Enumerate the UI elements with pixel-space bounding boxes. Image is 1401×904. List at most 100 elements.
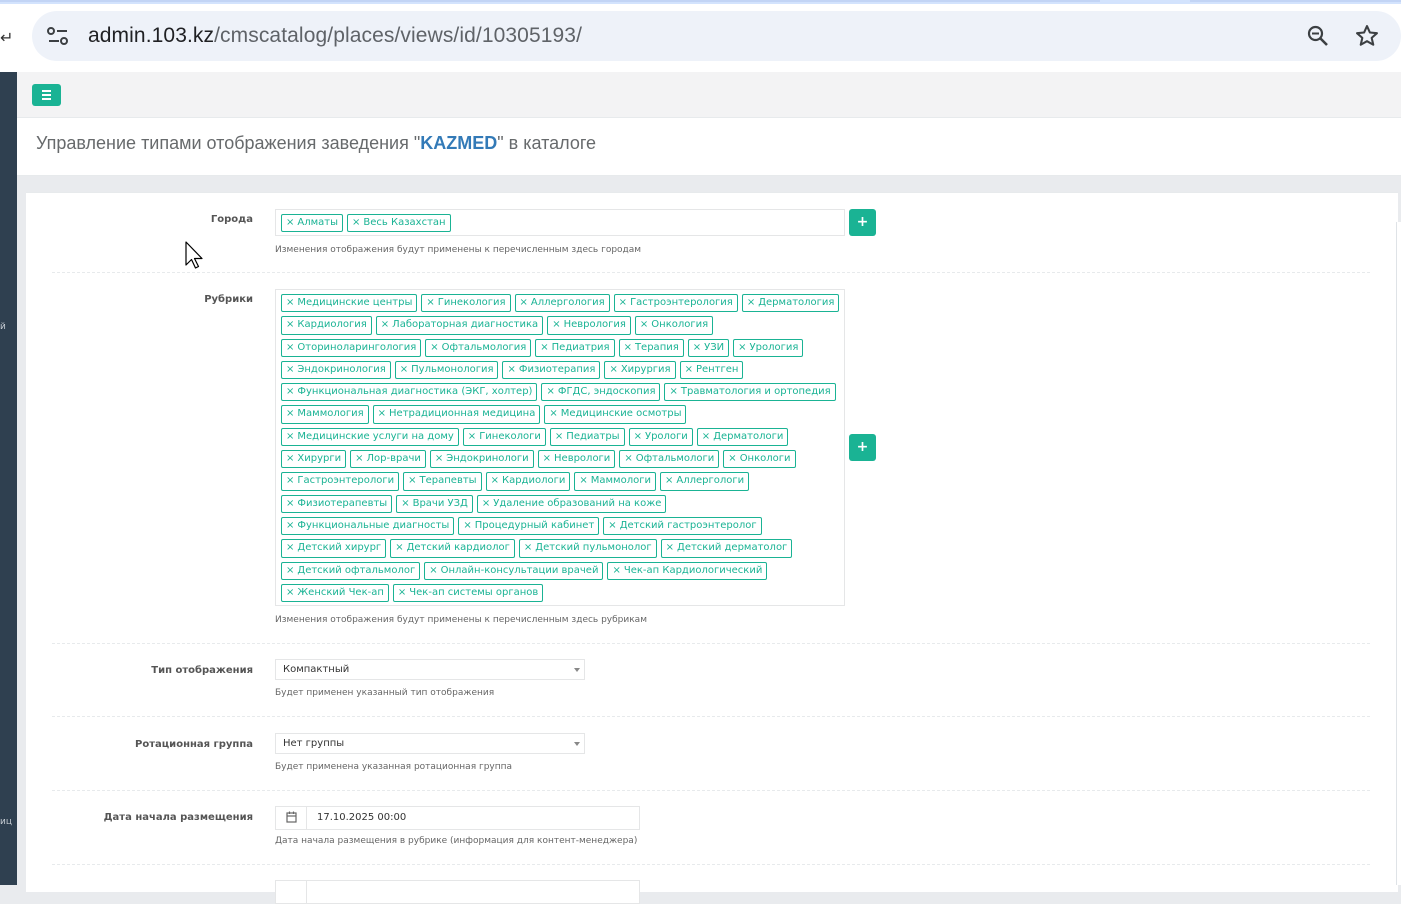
star-icon[interactable] bbox=[1354, 23, 1380, 49]
close-icon[interactable]: × bbox=[286, 540, 294, 556]
close-icon[interactable]: × bbox=[401, 496, 409, 512]
rubric-tag[interactable]: × Гастроэнтерология bbox=[613, 294, 738, 313]
rubric-tag[interactable]: × Нетрадиционная медицина bbox=[372, 405, 541, 424]
city-tag[interactable]: × Алматы bbox=[281, 214, 344, 233]
rubric-tag[interactable]: × Пульмонология bbox=[394, 360, 499, 380]
close-icon[interactable]: × bbox=[286, 496, 294, 512]
close-icon[interactable]: × bbox=[352, 215, 360, 231]
close-icon[interactable]: × bbox=[608, 518, 616, 534]
rubric-tag[interactable]: × Педиатры bbox=[549, 427, 625, 447]
rubric-tag[interactable]: × Педиатрия bbox=[535, 338, 615, 357]
close-icon[interactable]: × bbox=[507, 362, 515, 378]
rubric-tag[interactable]: × Функциональная диагностика (ЭКГ, холтер… bbox=[281, 383, 538, 402]
close-icon[interactable]: × bbox=[286, 473, 294, 489]
rubric-tag[interactable]: × Онкология bbox=[634, 316, 714, 335]
calendar-icon[interactable] bbox=[276, 881, 307, 903]
rubric-tag[interactable]: × Удаление образований на коже bbox=[476, 494, 667, 513]
close-icon[interactable]: × bbox=[624, 451, 632, 467]
close-icon[interactable]: × bbox=[728, 451, 736, 467]
close-icon[interactable]: × bbox=[738, 340, 746, 356]
start-date-value[interactable]: 17.10.2025 00:00 bbox=[317, 812, 406, 823]
scrollbar[interactable] bbox=[1396, 222, 1401, 885]
next-date-input-group[interactable] bbox=[275, 880, 640, 904]
close-icon[interactable]: × bbox=[579, 473, 587, 489]
rubric-tag[interactable]: × Детский кардиолог bbox=[390, 539, 515, 558]
rubric-tag[interactable]: × Лор-врачи bbox=[350, 450, 426, 469]
rubric-tag[interactable]: × Медицинские осмотры bbox=[544, 405, 687, 424]
close-icon[interactable]: × bbox=[395, 540, 403, 556]
rubric-tag[interactable]: × Кардиологи bbox=[485, 472, 571, 491]
rubric-tag[interactable]: × Аллергология bbox=[514, 294, 610, 313]
close-icon[interactable]: × bbox=[552, 317, 560, 333]
sidebar-text-fragment[interactable]: иц bbox=[0, 817, 12, 827]
url-text[interactable]: admin.103.kz/cmscatalog/places/views/id/… bbox=[88, 24, 582, 48]
sidebar-text-fragment[interactable]: й bbox=[0, 322, 6, 332]
rubric-tag[interactable]: × Маммология bbox=[281, 405, 369, 424]
close-icon[interactable]: × bbox=[482, 496, 490, 512]
rubric-tag[interactable]: × Детский дерматолог bbox=[660, 539, 793, 558]
close-icon[interactable]: × bbox=[555, 429, 563, 445]
rubric-tag[interactable]: × Урология bbox=[733, 338, 804, 357]
close-icon[interactable]: × bbox=[624, 340, 632, 356]
close-icon[interactable]: × bbox=[463, 518, 471, 534]
rubric-tag[interactable]: × Офтальмологи bbox=[619, 450, 720, 469]
rubric-tag[interactable]: × Урологи bbox=[628, 427, 693, 447]
hamburger-icon[interactable] bbox=[32, 84, 61, 106]
close-icon[interactable]: × bbox=[546, 384, 554, 400]
close-icon[interactable]: × bbox=[378, 406, 386, 422]
city-tag[interactable]: × Весь Казахстан bbox=[347, 214, 451, 233]
rubric-tag[interactable]: × Терапевты bbox=[403, 472, 482, 491]
rubric-tag[interactable]: × Неврологи bbox=[537, 450, 616, 469]
rubric-tag[interactable]: × Дерматологи bbox=[696, 427, 789, 447]
close-icon[interactable]: × bbox=[286, 215, 294, 231]
rubric-tag[interactable]: × ФГДС, эндоскопия bbox=[541, 383, 661, 402]
rubric-tag[interactable]: × Чек-ап Кардиологический bbox=[607, 561, 768, 580]
rubric-tag[interactable]: × Аллергологи bbox=[659, 472, 750, 491]
rubric-tag[interactable]: × Онкологи bbox=[723, 450, 796, 469]
close-icon[interactable]: × bbox=[612, 563, 620, 579]
zoom-out-icon[interactable] bbox=[1306, 24, 1330, 48]
rubric-tag[interactable]: × Оториноларингология bbox=[281, 338, 422, 357]
rubric-tag[interactable]: × Физиотерапия bbox=[502, 360, 601, 380]
close-icon[interactable]: × bbox=[429, 563, 437, 579]
close-icon[interactable]: × bbox=[286, 295, 294, 311]
rubric-tag[interactable]: × Гинекологи bbox=[462, 427, 546, 447]
rubric-tag[interactable]: × Хирурги bbox=[281, 450, 347, 469]
close-icon[interactable]: × bbox=[286, 451, 294, 467]
rubric-tag[interactable]: × Физиотерапевты bbox=[281, 494, 393, 513]
close-icon[interactable]: × bbox=[619, 295, 627, 311]
rubric-tag[interactable]: × Маммологи bbox=[574, 472, 656, 491]
rotation-group-select[interactable]: Нет группы bbox=[275, 733, 585, 754]
close-icon[interactable]: × bbox=[381, 317, 389, 333]
rubric-tag[interactable]: × Офтальмология bbox=[425, 338, 532, 357]
rubric-tag[interactable]: × Детский гастроэнтеролог bbox=[603, 516, 762, 536]
rubric-tag[interactable]: × Онлайн-консультации врачей bbox=[424, 561, 604, 580]
close-icon[interactable]: × bbox=[540, 340, 548, 356]
close-icon[interactable]: × bbox=[640, 317, 648, 333]
rubric-tag[interactable]: × Терапия bbox=[618, 338, 684, 357]
rubric-tag[interactable]: × Лабораторная диагностика bbox=[375, 316, 544, 335]
close-icon[interactable]: × bbox=[524, 540, 532, 556]
rubric-tag[interactable]: × Гинекология bbox=[421, 294, 511, 313]
reload-icon-partial[interactable]: ↵ bbox=[0, 28, 13, 47]
rubric-tag[interactable]: × Чек-ап системы органов bbox=[392, 583, 544, 603]
add-rubric-button[interactable]: + bbox=[849, 434, 876, 461]
close-icon[interactable]: × bbox=[702, 429, 710, 445]
close-icon[interactable]: × bbox=[286, 340, 294, 356]
rubric-tag[interactable]: × Врачи УЗД bbox=[396, 494, 473, 513]
rubric-tag[interactable]: × Процедурный кабинет bbox=[458, 516, 600, 536]
rubric-tag[interactable]: × Дерматология bbox=[741, 294, 840, 313]
address-bar[interactable]: admin.103.kz/cmscatalog/places/views/id/… bbox=[32, 11, 1401, 61]
close-icon[interactable]: × bbox=[666, 540, 674, 556]
rubric-tag[interactable]: × Рентген bbox=[679, 360, 744, 380]
close-icon[interactable]: × bbox=[398, 585, 406, 601]
cities-tag-input[interactable]: × Алматы × Весь Казахстан bbox=[275, 209, 845, 236]
rubric-tag[interactable]: × Детский пульмонолог bbox=[518, 539, 657, 558]
rubric-tag[interactable]: × Детский хирург bbox=[281, 539, 387, 558]
close-icon[interactable]: × bbox=[286, 563, 294, 579]
close-icon[interactable]: × bbox=[468, 429, 476, 445]
rubric-tag[interactable]: × Функциональные диагносты bbox=[281, 516, 455, 536]
rubric-tag[interactable]: × Детский офтальмолог bbox=[281, 561, 421, 580]
rubric-tag[interactable]: × Хирургия bbox=[604, 360, 676, 380]
rubrics-tag-input[interactable]: × Медицинские центры × Гинекология × Аллергол… bbox=[275, 289, 845, 606]
